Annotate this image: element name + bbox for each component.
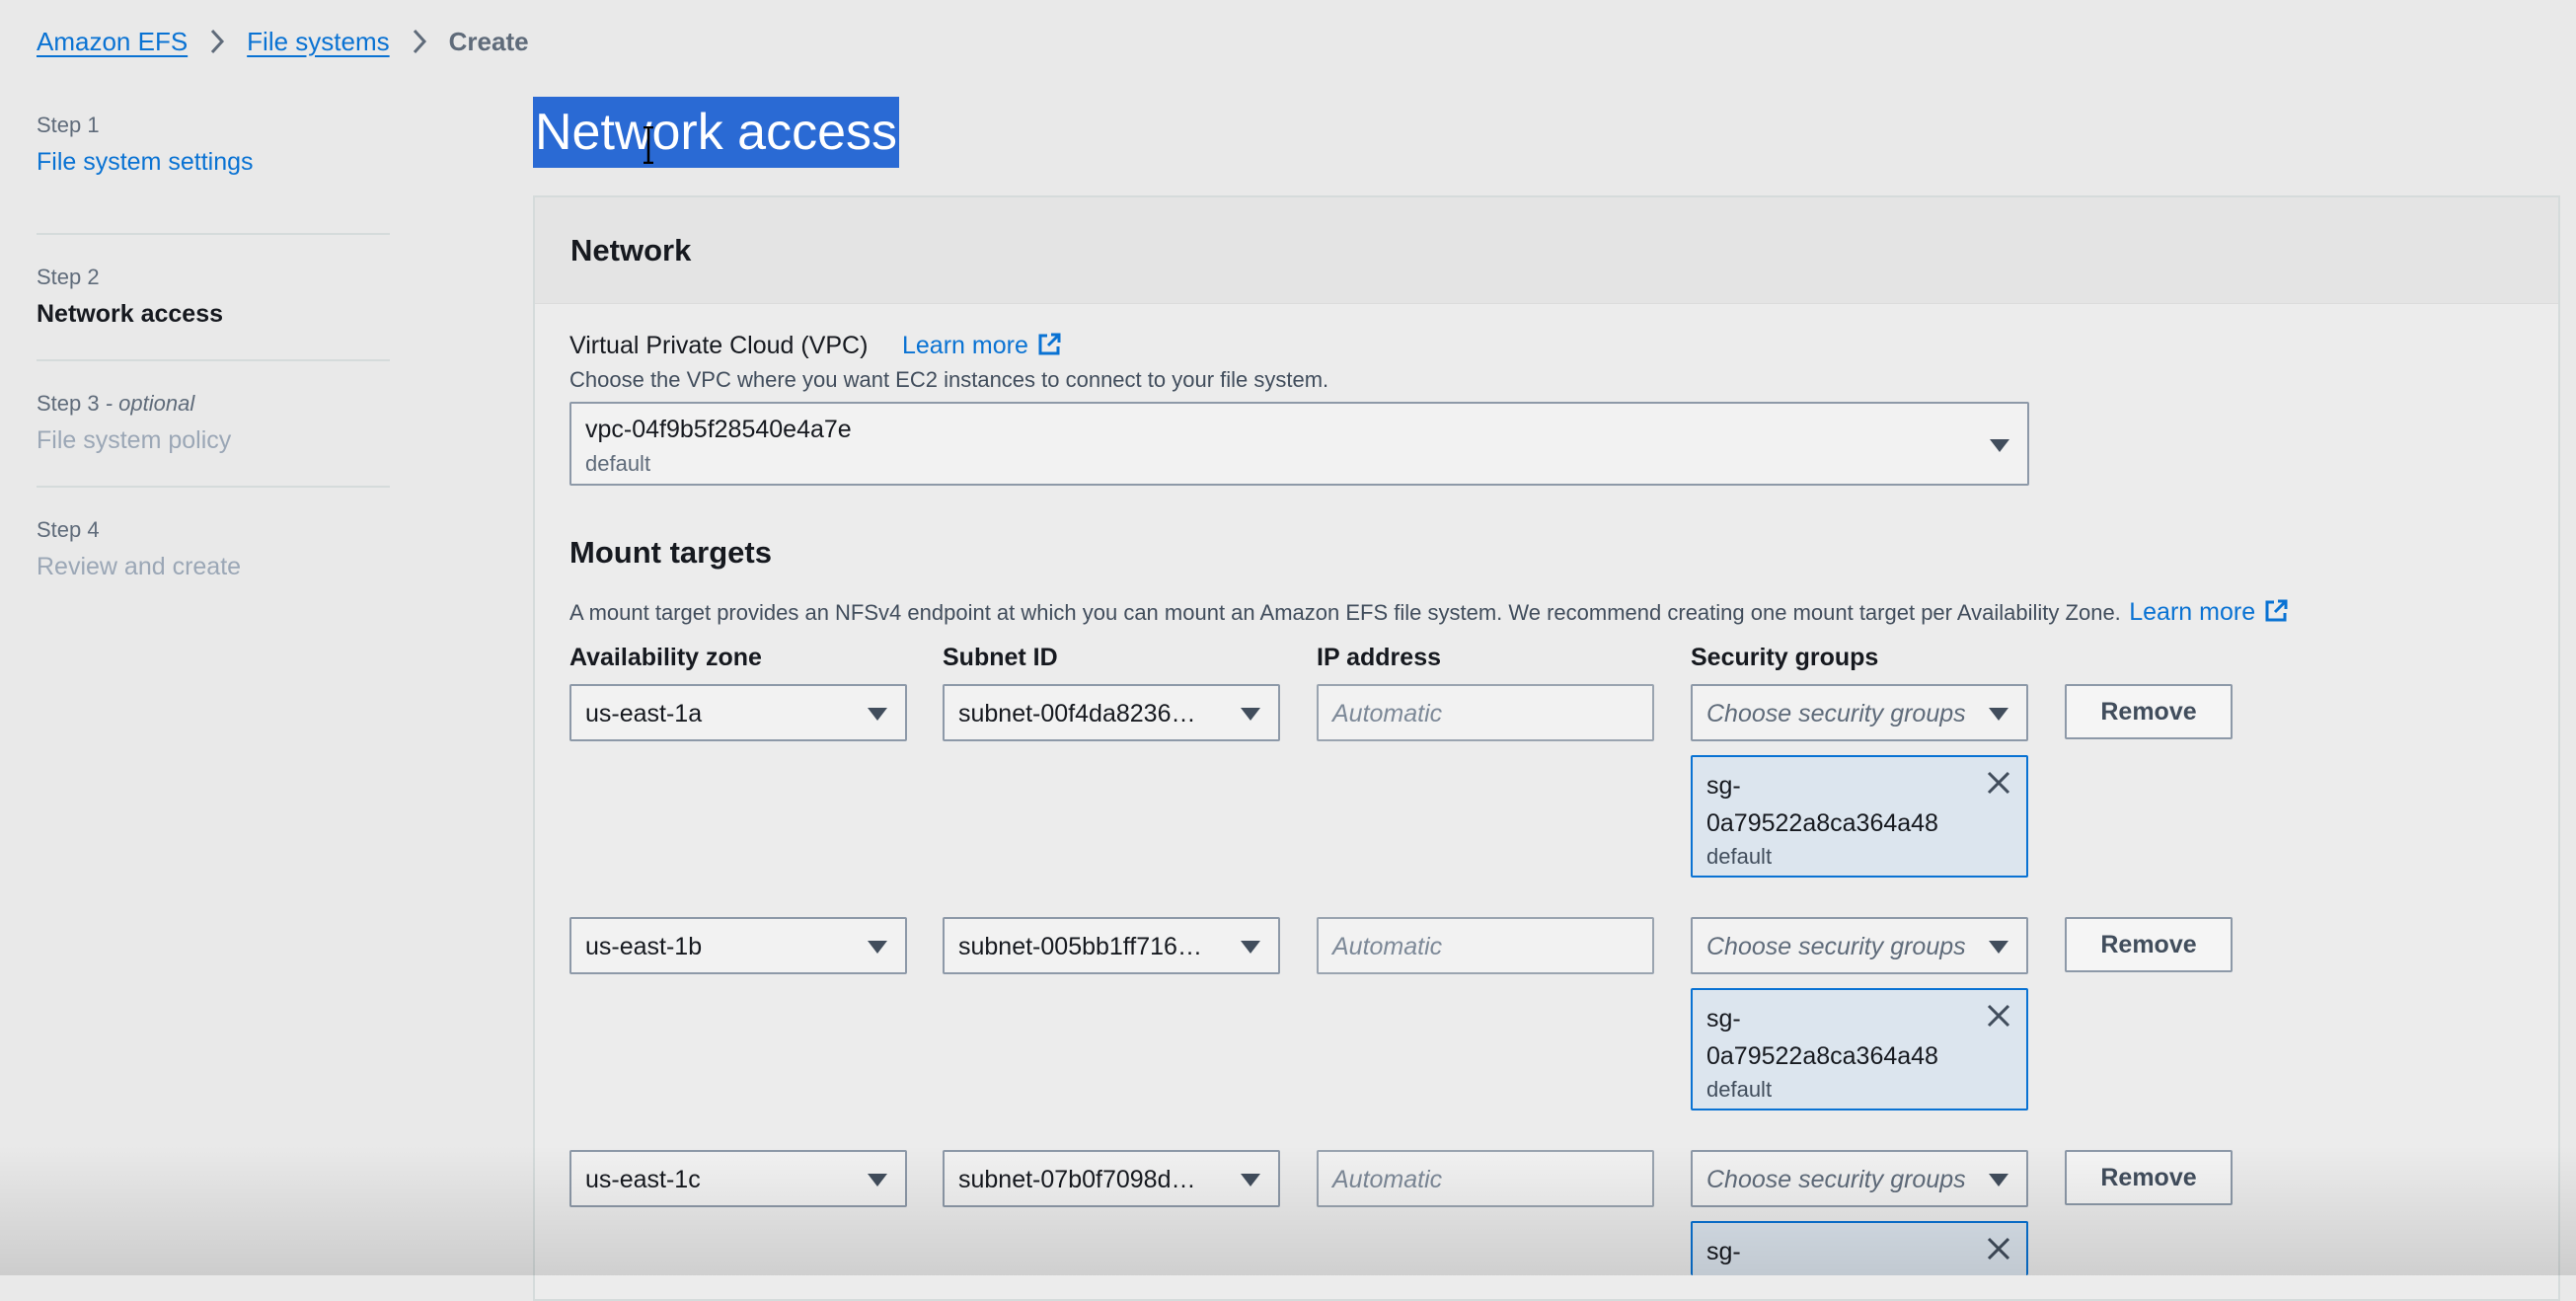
subnet-id-value: subnet-005bb1ff716… [958, 933, 1202, 960]
step-4: Step 4 Review and create [37, 488, 390, 614]
caret-down-icon [868, 1174, 887, 1186]
security-groups-placeholder: Choose security groups [1706, 700, 1966, 727]
subnet-id-select[interactable]: subnet-005bb1ff716… [943, 917, 1280, 974]
mount-targets-desc-text: A mount target provides an NFSv4 endpoin… [569, 600, 2121, 625]
vpc-learn-more-link[interactable]: Learn more [902, 332, 1062, 360]
security-group-token: sg- 0a79522a8ca364a48 default [1691, 988, 2028, 1110]
vpc-select-sub: default [585, 451, 651, 476]
remove-button[interactable]: Remove [2065, 1150, 2233, 1205]
security-group-token: sg- 0a79522a8ca364a48 default [1691, 755, 2028, 878]
ip-address-input[interactable]: Automatic [1317, 1150, 1654, 1207]
availability-zone-select[interactable]: us-east-1a [569, 684, 907, 741]
caret-down-icon [1990, 439, 2009, 452]
caret-down-icon [1989, 1174, 2008, 1186]
caret-down-icon [868, 708, 887, 721]
vpc-select-value: vpc-04f9b5f28540e4a7e [585, 416, 852, 443]
subnet-id-select[interactable]: subnet-00f4da8236… [943, 684, 1280, 741]
security-group-token: sg- [1691, 1221, 2028, 1275]
mount-targets-description: A mount target provides an NFSv4 endpoin… [569, 598, 2289, 627]
sg-id-part1: sg- [1706, 772, 1741, 800]
ip-address-placeholder: Automatic [1332, 1166, 1443, 1193]
step-file-system-policy: File system policy [37, 426, 232, 454]
close-icon[interactable] [1985, 1002, 2012, 1030]
learn-more-text: Learn more [902, 332, 1028, 359]
security-groups-select[interactable]: Choose security groups [1691, 917, 2028, 974]
learn-more-text: Learn more [2129, 598, 2256, 626]
network-container: Network [533, 195, 2560, 1301]
sg-id-part2: 0a79522a8ca364a48 [1706, 809, 1938, 837]
subnet-id-value: subnet-00f4da8236… [958, 700, 1196, 727]
external-link-icon [2265, 599, 2288, 622]
external-link-icon [1038, 333, 1061, 355]
step-link-file-system-settings[interactable]: File system settings [37, 148, 390, 177]
subnet-id-select[interactable]: subnet-07b0f7098d… [943, 1150, 1280, 1207]
sg-id-part1: sg- [1706, 1005, 1741, 1033]
caret-down-icon [1241, 708, 1260, 721]
subnet-id-value: subnet-07b0f7098d… [958, 1166, 1196, 1193]
ip-address-input[interactable]: Automatic [1317, 917, 1654, 974]
step-number: Step 2 [37, 265, 100, 289]
mount-learn-more-link[interactable]: Learn more [2129, 598, 2289, 626]
column-header-ip-address: IP address [1317, 644, 1442, 671]
security-group-id: sg- 0a79522a8ca364a48 [1706, 1000, 1993, 1075]
security-group-desc: default [1706, 844, 1773, 869]
step-1: Step 1 File system settings [37, 109, 390, 235]
remove-button[interactable]: Remove [2065, 684, 2233, 739]
network-header: Network [535, 197, 2558, 304]
security-groups-placeholder: Choose security groups [1706, 1166, 1966, 1193]
step-number: Step 3 - optional [37, 361, 390, 417]
caret-down-icon [1989, 708, 2008, 721]
availability-zone-select[interactable]: us-east-1c [569, 1150, 907, 1207]
wizard-steps-nav: Step 1 File system settings Step 2 Netwo… [37, 109, 390, 614]
step-number: Step 4 [37, 517, 100, 542]
vpc-select[interactable]: vpc-04f9b5f28540e4a7e default [569, 402, 2029, 486]
step-number-text: Step 3 [37, 391, 100, 416]
ip-address-placeholder: Automatic [1332, 700, 1443, 727]
caret-down-icon [1241, 1174, 1260, 1186]
page-title: Network access [533, 97, 899, 168]
step-current-network-access: Network access [37, 300, 224, 328]
step-3: Step 3 - optional File system policy [37, 361, 390, 488]
step-number: Step 1 [37, 113, 100, 137]
step-review-and-create: Review and create [37, 553, 242, 580]
close-icon[interactable] [1985, 1235, 2012, 1263]
breadcrumb-current: Create [448, 26, 529, 56]
step-2: Step 2 Network access [37, 235, 390, 361]
caret-down-icon [1989, 941, 2008, 954]
remove-button[interactable]: Remove [2065, 917, 2233, 972]
security-groups-placeholder: Choose security groups [1706, 933, 1966, 960]
chevron-right-icon [209, 29, 225, 54]
column-header-security-groups: Security groups [1691, 644, 1879, 671]
column-header-subnet-id: Subnet ID [943, 644, 1058, 671]
mount-targets-header: Mount targets [569, 535, 772, 570]
security-groups-select[interactable]: Choose security groups [1691, 684, 2028, 741]
availability-zone-select[interactable]: us-east-1b [569, 917, 907, 974]
ip-address-input[interactable]: Automatic [1317, 684, 1654, 741]
security-group-id: sg- [1706, 1238, 1741, 1265]
text-cursor-icon [644, 126, 653, 164]
sg-id-part2: 0a79522a8ca364a48 [1706, 1042, 1938, 1070]
step-optional-label: - optional [99, 391, 195, 416]
security-group-desc: default [1706, 1077, 1773, 1102]
security-group-id: sg- 0a79522a8ca364a48 [1706, 767, 1993, 842]
caret-down-icon [868, 941, 887, 954]
column-header-availability-zone: Availability zone [569, 644, 762, 671]
breadcrumb: Amazon EFS File systems Create [37, 22, 529, 61]
chevron-right-icon [412, 29, 427, 54]
availability-zone-value: us-east-1b [585, 933, 703, 960]
availability-zone-value: us-east-1a [585, 700, 703, 727]
vpc-label: Virtual Private Cloud (VPC) [569, 332, 869, 359]
caret-down-icon [1241, 941, 1260, 954]
vpc-description: Choose the VPC where you want EC2 instan… [569, 367, 1329, 392]
availability-zone-value: us-east-1c [585, 1166, 701, 1193]
breadcrumb-file-systems[interactable]: File systems [247, 27, 389, 57]
ip-address-placeholder: Automatic [1332, 933, 1443, 960]
security-groups-select[interactable]: Choose security groups [1691, 1150, 2028, 1207]
close-icon[interactable] [1985, 769, 2012, 797]
breadcrumb-amazon-efs[interactable]: Amazon EFS [37, 27, 188, 57]
